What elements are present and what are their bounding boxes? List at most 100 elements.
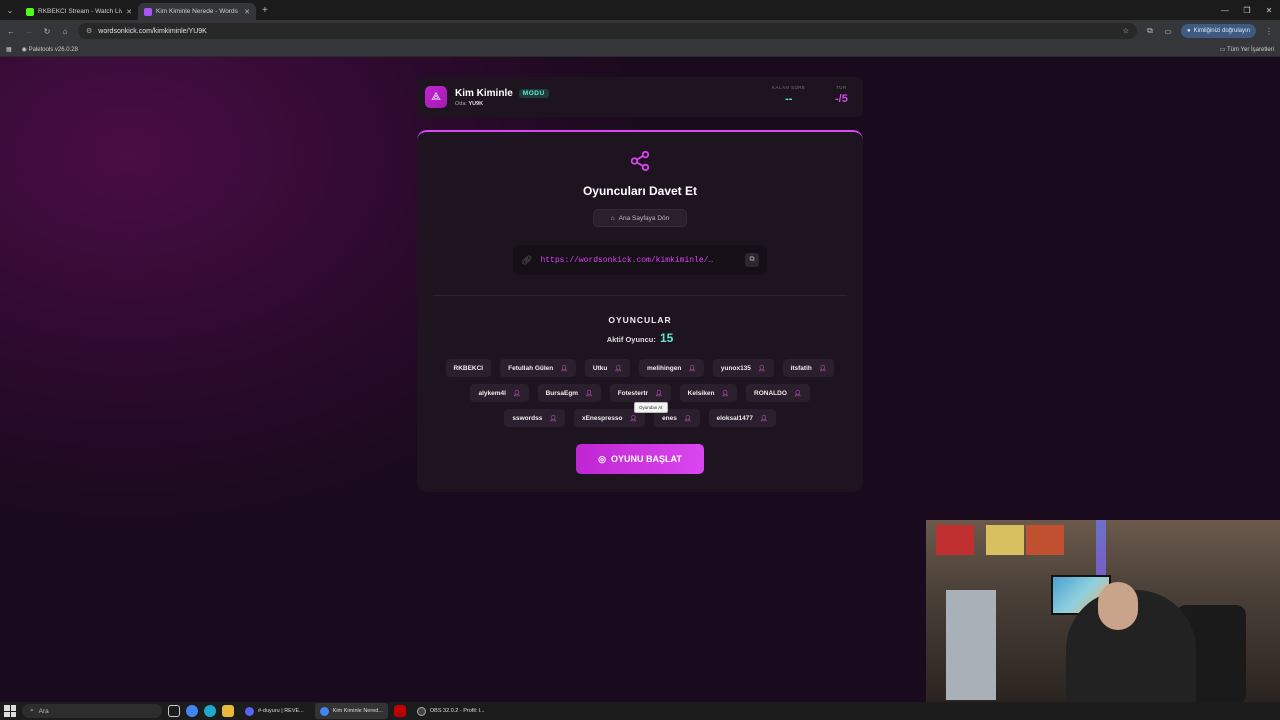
players-title: OYUNCULAR: [608, 315, 672, 325]
player-name: yunox135: [720, 364, 751, 372]
restore-icon[interactable]: ❐: [1236, 0, 1258, 20]
minimize-icon[interactable]: —: [1214, 0, 1236, 20]
player-name: eloksal1477: [716, 414, 754, 422]
task-view-icon[interactable]: [168, 705, 180, 717]
bookmarks-bar: ▦ ◉ Paletools v26.0.28 ▭ Tüm Yer İşaretl…: [0, 42, 1280, 57]
start-game-button[interactable]: ◎ OYUNU BAŞLAT: [576, 444, 704, 474]
kick-player-icon[interactable]: 👤︎: [684, 415, 692, 422]
player-chip: eloksal1477 👤︎: [708, 409, 776, 427]
player-name: Utku: [592, 364, 608, 372]
windows-start-icon[interactable]: [4, 705, 16, 717]
kick-player-icon[interactable]: 👤︎: [758, 365, 766, 372]
profile-button[interactable]: ● Kimliğinizi doğrulayın: [1181, 24, 1256, 38]
player-chip: RONALDO 👤︎: [746, 384, 810, 402]
avatar-icon: ●: [1187, 28, 1191, 34]
kick-player-icon[interactable]: 👤︎: [585, 390, 593, 397]
close-window-icon[interactable]: ✕: [1258, 0, 1280, 20]
room-code: YU9K: [468, 100, 484, 107]
player-name: alykem4l: [478, 389, 506, 397]
player-chip: itsfatih 👤︎: [782, 359, 835, 377]
url-field[interactable]: ⚙ wordsonkick.com/kimkiminle/YU9K ☆: [78, 23, 1138, 39]
kick-player-icon[interactable]: 👤︎: [688, 365, 696, 372]
paletools-icon: ◉: [21, 46, 29, 53]
kick-player-icon[interactable]: 👤︎: [819, 365, 827, 372]
forward-icon[interactable]: →: [24, 27, 34, 36]
home-icon[interactable]: ⌂: [60, 27, 70, 36]
profile-label: Kimliğinizi doğrulayın: [1193, 28, 1250, 34]
chrome-icon: [319, 706, 329, 716]
player-chip: RKBEKCI: [445, 359, 492, 377]
kick-player-icon[interactable]: 👤︎: [629, 415, 637, 422]
game-title: Kim Kiminle: [455, 87, 513, 99]
cast-icon[interactable]: ▭: [1163, 27, 1173, 36]
players-list: RKBEKCI Fetullah Gülen 👤︎ Utku 👤︎ melihingen 👤…: [437, 359, 843, 427]
player-chip: Kelsiken 👤︎: [679, 384, 738, 402]
kick-player-icon[interactable]: 👤︎: [513, 390, 521, 397]
close-tab-icon[interactable]: ✕: [244, 8, 250, 16]
apps-grid-icon[interactable]: ▦: [6, 46, 12, 53]
search-placeholder: Ara: [38, 707, 49, 715]
invite-link-box: 🔗︎ https://wordsonkick.com/kimkiminle/… …: [513, 245, 767, 275]
edge-icon[interactable]: [204, 705, 216, 717]
taskbar-app-chrome[interactable]: Kim Kiminle Nered...: [314, 703, 388, 719]
player-name: Fotestertr: [617, 389, 649, 397]
player-name: xEnespresso: [581, 414, 623, 422]
kick-player-icon[interactable]: 👤︎: [794, 390, 802, 397]
player-name: sswordss: [512, 414, 543, 422]
bookmark-paletools[interactable]: ◉ Paletools v26.0.28: [22, 46, 78, 53]
address-bar: ← → ↻ ⌂ ⚙ wordsonkick.com/kimkiminle/YU9…: [0, 20, 1280, 42]
chrome-icon[interactable]: [186, 705, 198, 717]
poster: [986, 525, 1024, 555]
kick-favicon-icon: [26, 7, 34, 16]
kick-tooltip: Oyundan At: [634, 402, 668, 413]
window-controls: — ❐ ✕: [1214, 0, 1280, 20]
poster: [936, 525, 974, 555]
home-button[interactable]: ⌂ Ana Sayfaya Dön: [593, 209, 687, 227]
player-name: Kelsiken: [687, 389, 715, 397]
tab-search-icon[interactable]: ⌄: [0, 0, 20, 20]
menu-kebab-icon[interactable]: ⋮: [1264, 27, 1274, 36]
room-label: Oda:: [455, 100, 467, 107]
round-label: TUR: [836, 85, 847, 90]
taskbar-search[interactable]: ⌕ Ara: [22, 704, 162, 718]
wordsonkick-favicon-icon: [144, 7, 152, 16]
webcam-overlay: [926, 520, 1280, 702]
time-remaining: KALAN SÜRE --: [772, 85, 806, 105]
kick-player-icon[interactable]: 👤︎: [721, 390, 729, 397]
taskbar-app-discord[interactable]: #-duyuru | REVE...: [240, 703, 309, 719]
time-label: KALAN SÜRE: [772, 85, 806, 90]
target-icon: ◎: [598, 453, 606, 464]
copy-icon[interactable]: ⧉: [745, 253, 759, 267]
app-red-icon[interactable]: [393, 705, 406, 717]
player-chip: yunox135 👤︎: [712, 359, 774, 377]
streamer-head: [1098, 582, 1138, 630]
reload-icon[interactable]: ↻: [42, 27, 52, 36]
kick-player-icon[interactable]: 👤︎: [760, 415, 768, 422]
player-chip: BursaEgm 👤︎: [537, 384, 601, 402]
start-game-label: OYUNU BAŞLAT: [611, 454, 682, 464]
new-tab-icon[interactable]: +: [262, 5, 268, 16]
back-icon[interactable]: ←: [6, 27, 16, 36]
kick-player-icon[interactable]: 👤︎: [655, 390, 663, 397]
tab-1[interactable]: Kim Kiminle Nerede - Words O ✕: [138, 3, 256, 20]
game-header: ⟁ Kim Kiminle MODU Oda: YU9K KALAN SÜRE …: [417, 77, 863, 117]
invite-link[interactable]: https://wordsonkick.com/kimkiminle/…: [540, 256, 737, 265]
taskbar-app-obs[interactable]: OBS 32.0.2 - Profil: l...: [412, 703, 490, 719]
file-explorer-icon[interactable]: [222, 705, 234, 717]
mode-badge: MODU: [518, 88, 549, 98]
round-counter: TUR -/5: [835, 85, 848, 105]
tab-label: RKBEKCI Stream - Watch Live o: [38, 8, 123, 15]
player-name: melihingen: [646, 364, 682, 372]
tab-0[interactable]: RKBEKCI Stream - Watch Live o ✕: [20, 3, 138, 20]
bookmark-star-icon[interactable]: ☆: [1123, 27, 1129, 35]
close-tab-icon[interactable]: ✕: [126, 8, 132, 16]
extensions-icon[interactable]: ⧉: [1145, 26, 1155, 36]
kick-player-icon[interactable]: 👤︎: [614, 365, 622, 372]
player-chip: Fetullah Gülen 👤︎: [500, 359, 576, 377]
kick-player-icon[interactable]: 👤︎: [560, 365, 568, 372]
browser-tabbar: ⌄ RKBEKCI Stream - Watch Live o ✕ Kim Ki…: [0, 0, 1280, 20]
taskbar: ⌕ Ara #-duyuru | REVE... Kim Kiminle Ner…: [0, 702, 1280, 720]
site-info-icon[interactable]: ⚙: [86, 27, 92, 35]
all-bookmarks[interactable]: ▭ Tüm Yer İşaretleri: [1220, 46, 1274, 53]
kick-player-icon[interactable]: 👤︎: [549, 415, 557, 422]
